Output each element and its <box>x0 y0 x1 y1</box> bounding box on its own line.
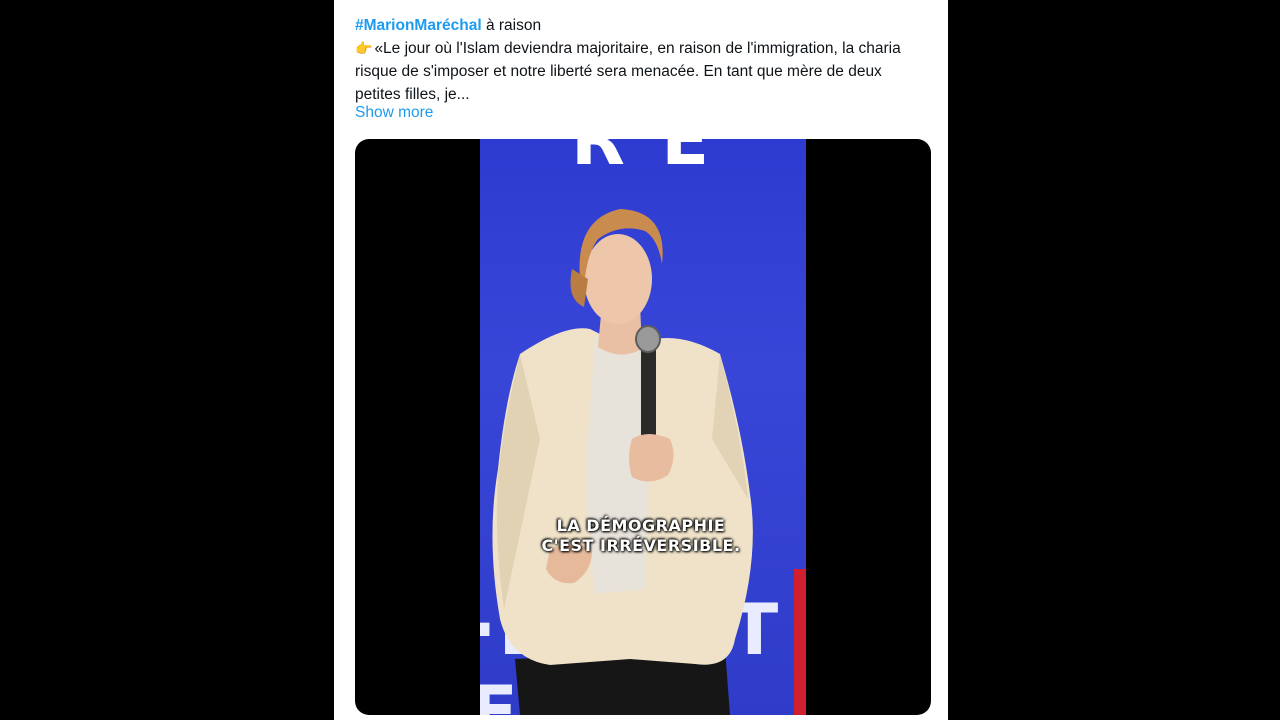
pointing-hand-icon: 👉 <box>355 40 373 56</box>
show-more-link[interactable]: Show more <box>355 104 433 122</box>
tweet-text: #MarionMaréchal à raison 👉 «Le jour où l'… <box>355 14 930 106</box>
tweet-card: #MarionMaréchal à raison 👉 «Le jour où l'… <box>334 0 948 720</box>
video-caption: LA DÉMOGRAPHIE C'EST IRRÉVERSIBLE. <box>505 516 777 556</box>
hashtag-link[interactable]: #MarionMaréchal <box>355 17 482 34</box>
video-frame: R E ·ÉMENT EM <box>480 139 806 715</box>
caption-line-1: LA DÉMOGRAPHIE <box>556 516 726 535</box>
video-player[interactable]: R E ·ÉMENT EM <box>355 139 931 715</box>
hashtag-suffix: à raison <box>481 17 542 34</box>
tweet-body: «Le jour où l'Islam deviendra majoritair… <box>355 40 901 103</box>
caption-line-2: C'EST IRRÉVERSIBLE. <box>541 536 741 555</box>
speaker-figure <box>492 209 753 715</box>
